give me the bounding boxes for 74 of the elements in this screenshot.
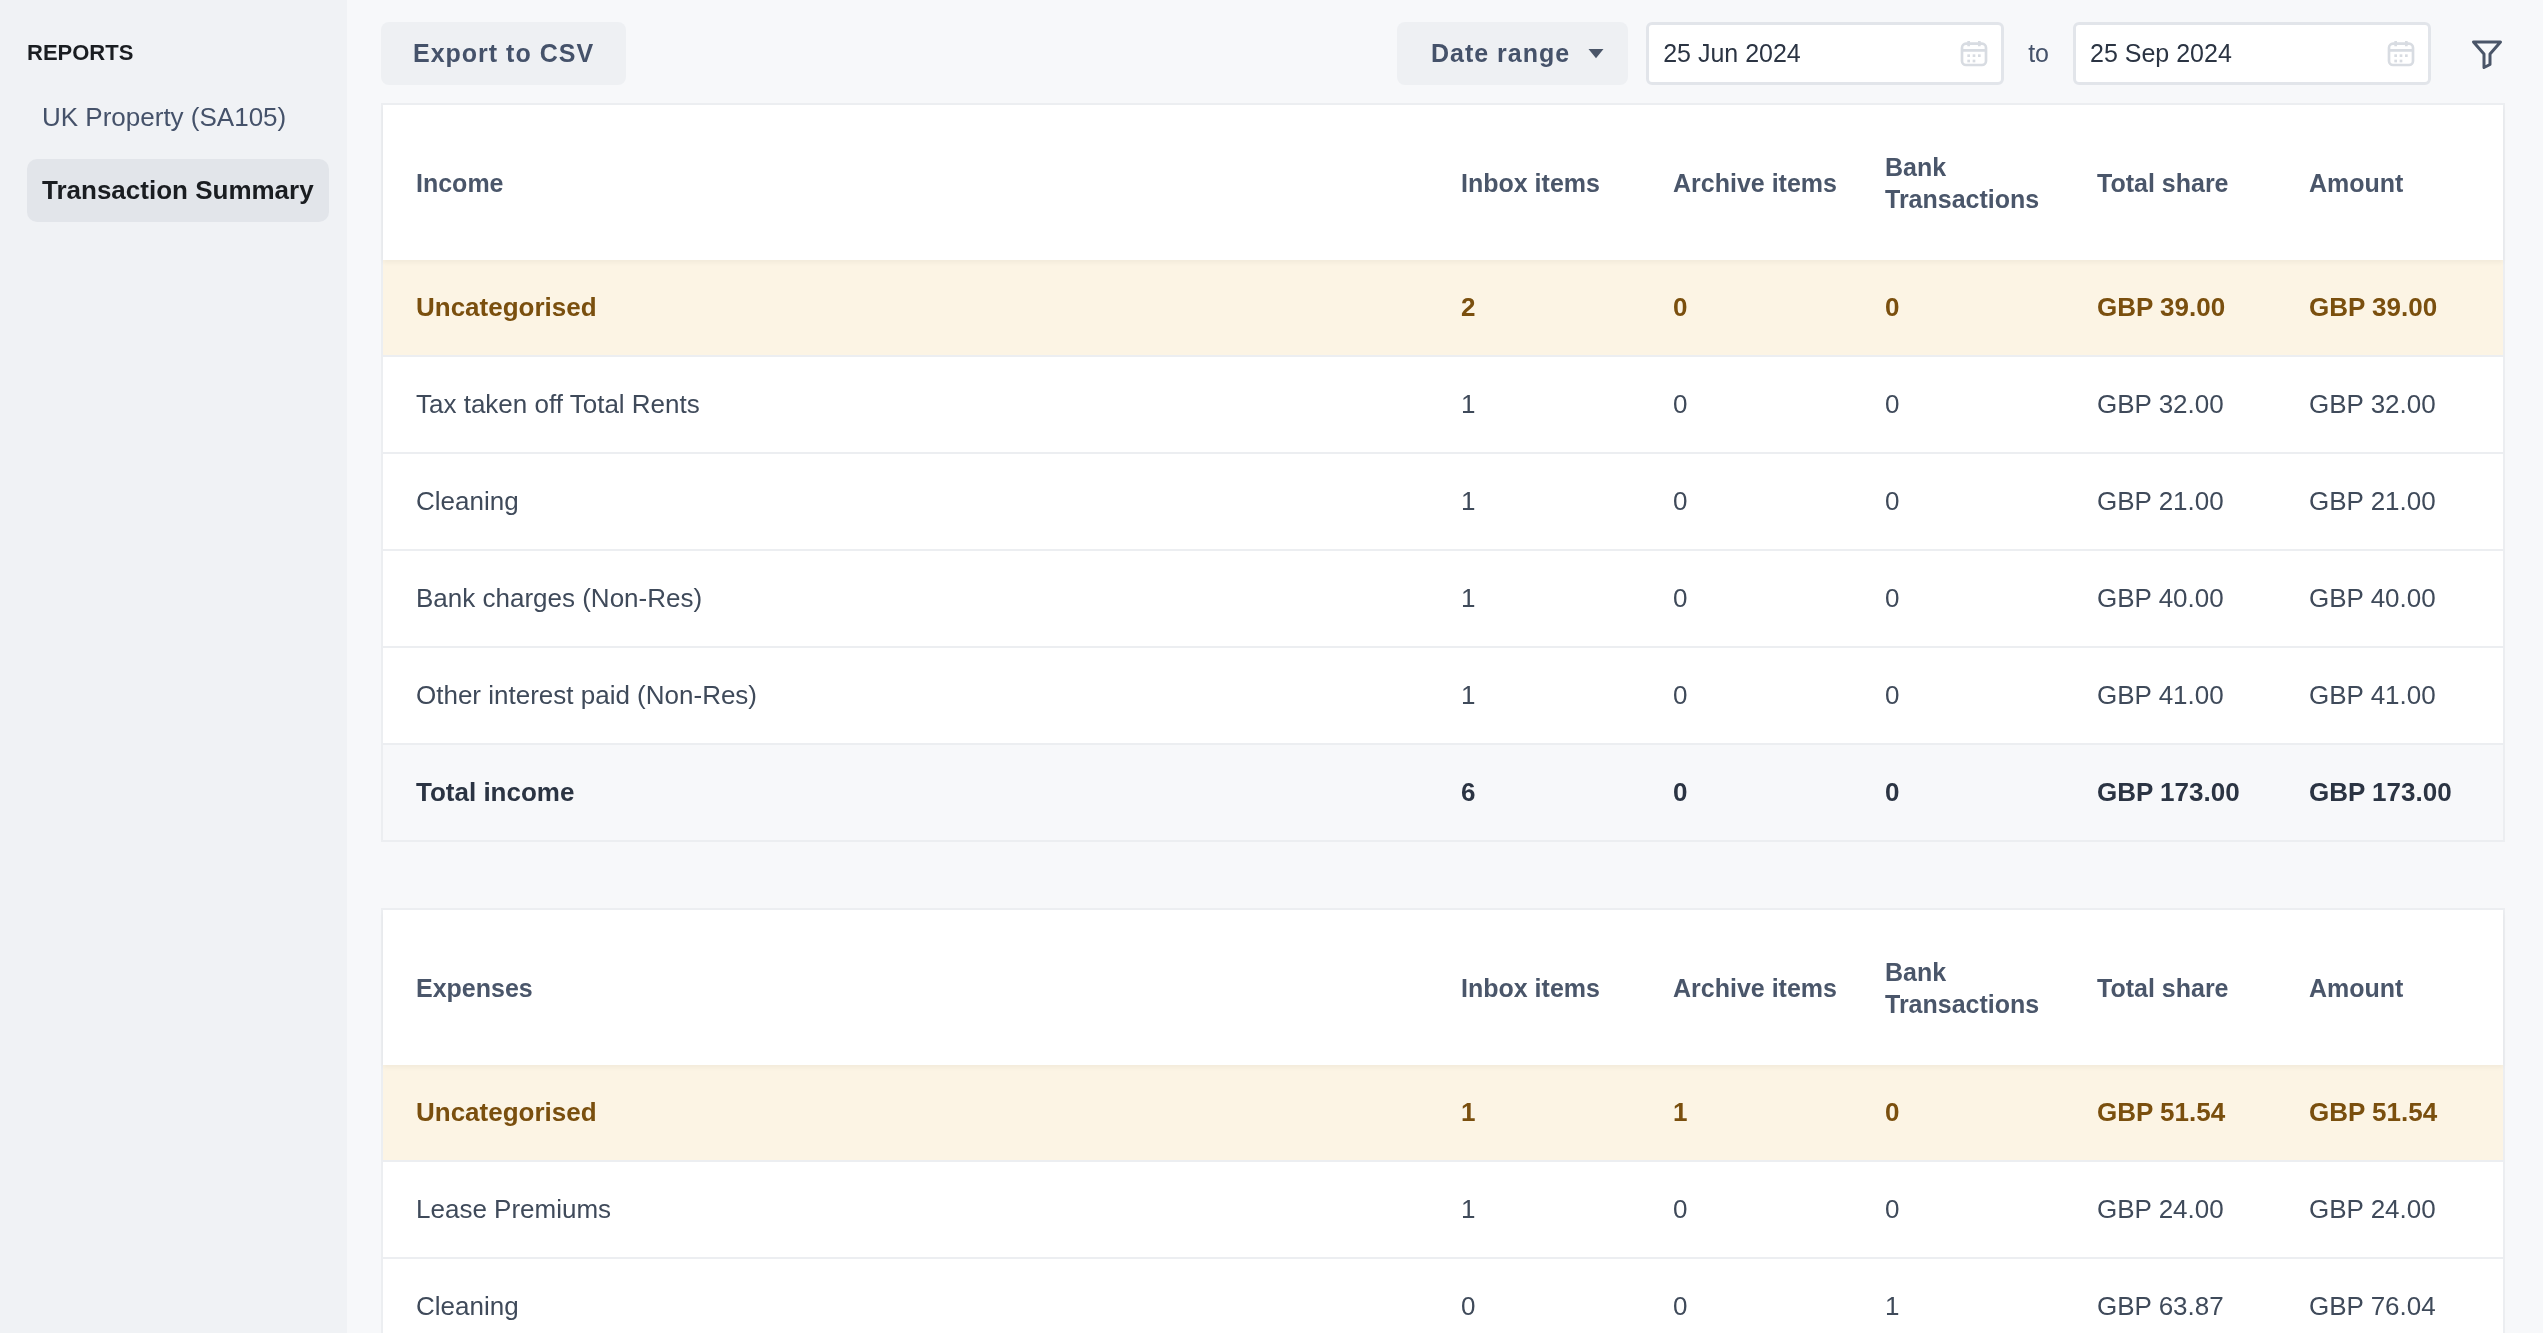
table-cell-text: GBP 173.00 [2097,777,2241,808]
column-header: Inbox items [1461,167,1601,199]
table-cell-text: Cleaning [415,1291,520,1322]
table-cell-text: Total income [415,777,576,808]
column-header: Income [415,167,505,199]
table-cell-text: GBP 24.00 [2309,1194,2437,1225]
table-cell-text: GBP 40.00 [2309,583,2437,614]
table-cell-text: GBP 21.00 [2309,486,2437,517]
table-cell-text: GBP 39.00 [2097,292,2227,323]
table-cell-text: 0 [1673,680,1689,711]
table-cell-text: Lease Premiums [415,1194,613,1225]
column-header: Bank Transactions [1885,151,2041,215]
table-cell-text: 6 [1461,777,1477,808]
table-cell-text: 2 [1461,292,1477,323]
sidebar-item[interactable]: Transaction Summary [27,159,329,222]
table-cell-text: Other interest paid (Non-Res) [415,680,759,711]
table-cell-text: GBP 51.54 [2097,1097,2227,1128]
column-header: Inbox items [1461,972,1601,1004]
table-cell-text: GBP 21.00 [2097,486,2225,517]
table-cell-text: GBP 24.00 [2097,1194,2225,1225]
table-cell-text: Uncategorised [415,1097,598,1128]
table-cell-text: 0 [1673,292,1689,323]
table-cell-text: 1 [1885,1291,1901,1322]
table-cell-text: 1 [1461,389,1477,420]
date-range-button[interactable]: Date range [1396,22,1629,85]
table-cell-text: 1 [1461,1194,1477,1225]
table-cell-text: GBP 51.54 [2309,1097,2439,1128]
sidebar-item[interactable]: UK Property (SA105) [27,86,302,149]
table-cell-text: GBP 39.00 [2309,292,2439,323]
date-separator: to [2028,39,2049,68]
table-cell-text: 1 [1461,583,1477,614]
table-cell-text: GBP 32.00 [2309,389,2437,420]
table-cell-text: GBP 76.04 [2309,1291,2437,1322]
table-cell-text: Uncategorised [415,292,598,323]
table-cell-text: GBP 41.00 [2309,680,2437,711]
column-header: Archive items [1673,972,1838,1004]
table-cell-text: GBP 63.87 [2097,1291,2225,1322]
column-header: Amount [2309,167,2405,199]
table-cell-text: 1 [1673,1097,1689,1128]
column-header: Total share [2097,972,2230,1004]
table-cell-text: 1 [1461,1097,1477,1128]
table-cell-text: 0 [1461,1291,1477,1322]
table-cell-text: Tax taken off Total Rents [415,389,701,420]
table-cell-text: 0 [1885,486,1901,517]
date-field[interactable]: 25 Jun 2024 [1646,22,2005,85]
column-header: Expenses [415,972,534,1004]
table-cell-text: 1 [1461,680,1477,711]
sidebar-heading: REPORTS [27,40,135,66]
table-cell-text: GBP 41.00 [2097,680,2225,711]
table-cell-text: 0 [1885,583,1901,614]
column-header: Amount [2309,972,2405,1004]
table-cell-text: 0 [1885,777,1901,808]
table-cell-text: 0 [1885,1194,1901,1225]
export-button[interactable]: Export to CSV [381,22,627,85]
table-cell-text: GBP 40.00 [2097,583,2225,614]
table-cell-text: 0 [1673,777,1689,808]
table-cell-text: 0 [1673,486,1689,517]
table-cell-text: 0 [1673,1194,1689,1225]
table-cell-text: 0 [1673,1291,1689,1322]
table-cell-text: GBP 173.00 [2309,777,2453,808]
table-cell-text: 0 [1673,389,1689,420]
table-cell-text: GBP 32.00 [2097,389,2225,420]
date-field[interactable]: 25 Sep 2024 [2073,22,2431,85]
table-cell-text: 0 [1885,292,1901,323]
table-cell-text: 0 [1885,1097,1901,1128]
column-header: Bank Transactions [1885,956,2041,1020]
table-cell-text: 0 [1885,389,1901,420]
table-cell-text: 0 [1885,680,1901,711]
column-header: Archive items [1673,167,1838,199]
table-cell-text: 1 [1461,486,1477,517]
table-cell-text: Cleaning [415,486,520,517]
table-cell-text: Bank charges (Non-Res) [415,583,704,614]
column-header: Total share [2097,167,2230,199]
table-cell-text: 0 [1673,583,1689,614]
